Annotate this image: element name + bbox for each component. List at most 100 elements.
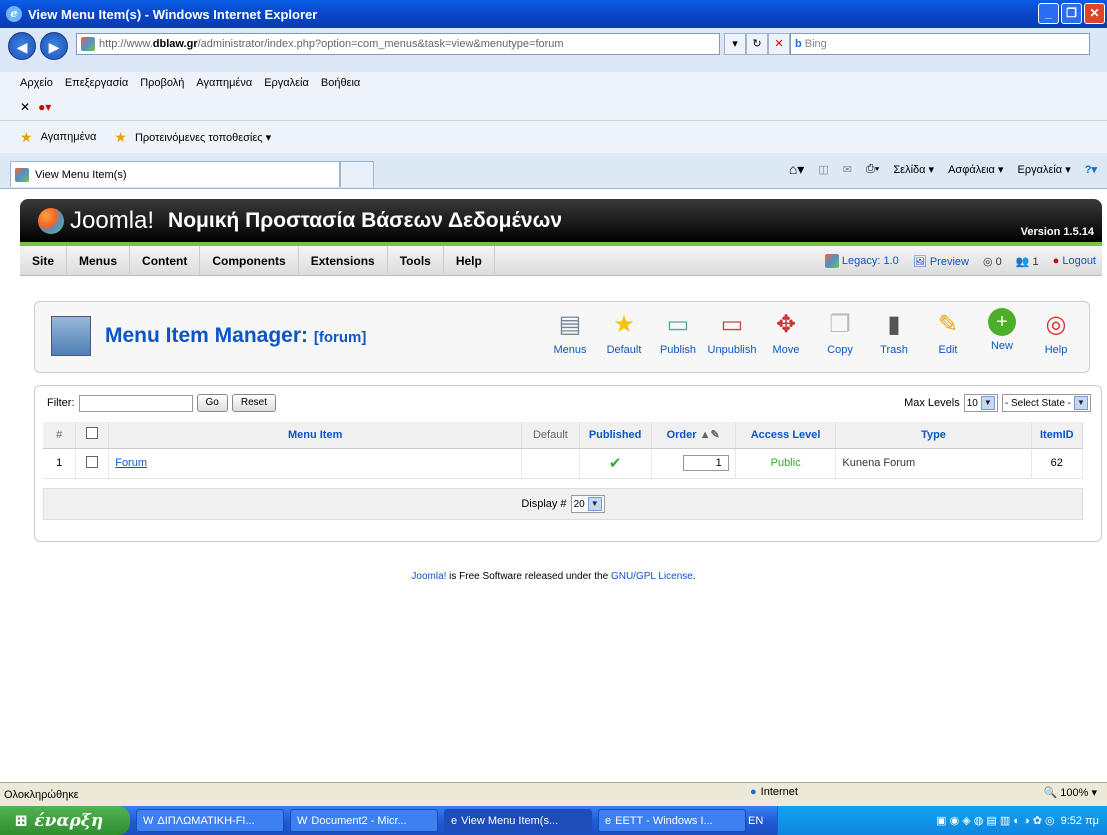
taskbar-item-word-document2[interactable]: W Document2 - Micr... [290,809,438,832]
edit-button[interactable]: ✎ Edit [921,308,975,357]
tab-view-menu-items[interactable]: View Menu Item(s) [10,161,340,187]
tray-icons[interactable]: ▣ ◉ ◈ ◍ ▤ ▥ ◐ ◑ ✿ ◎ [936,814,1054,827]
menu-extensions[interactable]: Extensions [299,245,388,276]
max-levels-select[interactable]: 10 ▼ [963,394,998,412]
toolbar-box: Menu Item Manager: [forum] ▤ Menus ★ Defau… [34,301,1090,373]
taskbar-item-word-thesis[interactable]: W ΔΙΠΛΩΜΑΤΙΚΗ-FI... [136,809,284,832]
search-input[interactable]: b Bing [790,33,1090,55]
ie-icon: e [605,814,612,827]
save-order-icon[interactable]: ▲✎ [700,429,720,441]
footer-legal: Joomla! is Free Software released under … [411,571,696,582]
menu-help[interactable]: Βοήθεια [321,77,360,89]
menu-content[interactable]: Content [130,245,201,276]
gpl-link[interactable]: GNU/GPL License [611,571,693,582]
site-title: Νομική Προστασία Βάσεων Δεδομένων [168,208,563,232]
url-field[interactable]: http://www. dblaw.gr/administrator/index.… [76,33,720,55]
state-select[interactable]: - Select State - ▼ [1001,394,1091,412]
help-button[interactable]: ◎ Help [1029,308,1083,357]
star-icon[interactable]: ★ [20,129,33,146]
access-level-toggle[interactable]: Public [735,448,837,479]
col-checkall[interactable] [75,422,110,449]
move-button[interactable]: ✥ Move [759,308,813,357]
joomla-logo: Joomla! [70,206,155,234]
menu-items-panel: Filter: Go Reset Max Levels 10 ▼ - Select… [34,385,1102,542]
joomla-link[interactable]: Joomla! [411,571,446,582]
menu-file[interactable]: Αρχείο [20,77,53,89]
select-all-checkbox[interactable] [86,427,99,440]
tools-menu[interactable]: Εργαλεία ▾ [1018,163,1071,176]
stop-icon[interactable]: ✕ [768,33,790,55]
menus-button[interactable]: ▤ Menus [543,308,597,357]
row-checkbox-cell [75,448,110,479]
order-input[interactable]: 1 [682,455,729,471]
system-tray: EN ▣ ◉ ◈ ◍ ▤ ▥ ◐ ◑ ✿ ◎ 9:52 πμ [748,806,1107,835]
logout-link[interactable]: ● Logout [1053,255,1096,267]
reset-button[interactable]: Reset [231,394,276,412]
menu-menus[interactable]: Menus [67,245,131,276]
page-menu[interactable]: Σελίδα ▾ [893,163,934,176]
back-button[interactable]: ◀ [8,32,36,60]
copy-button[interactable]: ❐ Copy [813,308,867,357]
site-favicon-icon [81,37,95,51]
help-icon[interactable]: ?▾ [1085,163,1097,176]
start-button[interactable]: ⊞ έναρξη [0,806,130,835]
menu-edit[interactable]: Επεξεργασία [65,77,128,89]
window-title: View Menu Item(s) - Windows Internet Exp… [28,6,318,22]
taskbar-item-ie-eett[interactable]: e EETT - Windows I... [598,809,746,832]
refresh-icon[interactable]: ↻ [746,33,768,55]
preview-link[interactable]: 🖼 Preview [913,255,969,268]
menu-item-link[interactable]: Forum [115,457,147,469]
menu-tools[interactable]: Tools [388,245,444,276]
windows-logo-icon: ⊞ [14,810,29,831]
forward-button[interactable]: ▶ [40,32,68,60]
menu-help[interactable]: Help [444,245,495,276]
col-menu-item[interactable]: Menu Item [108,422,523,449]
dropdown-icon[interactable]: ▾ [724,33,746,55]
trash-icon: ▮ [887,310,901,338]
mail-icon[interactable]: ✉ [843,163,852,176]
col-order[interactable]: Order ▲✎ [651,422,736,449]
suggested-sites-button[interactable]: Προτεινόμενες τοποθεσίες ▾ [135,131,271,144]
menu-tools[interactable]: Εργαλεία [264,77,309,89]
row-checkbox[interactable] [86,455,99,468]
display-select[interactable]: 20 ▼ [570,495,605,513]
menu-view[interactable]: Προβολή [140,77,184,89]
go-button[interactable]: Go [196,394,228,412]
feeds-icon[interactable]: ◫ [818,163,828,176]
safety-menu[interactable]: Ασφάλεια ▾ [948,163,1003,176]
word-icon: W [297,814,308,827]
default-button[interactable]: ★ Default [597,308,651,357]
add-favorite-icon[interactable]: ★ [114,129,127,146]
print-icon[interactable]: ⎙▾ [866,163,879,176]
new-tab-button[interactable] [340,161,374,187]
trash-button[interactable]: ▮ Trash [867,308,921,357]
published-toggle[interactable]: ✔ [579,448,652,479]
close-button[interactable]: ✕ [1084,3,1105,24]
addon-icon[interactable]: ●▾ [38,100,51,114]
home-icon[interactable]: ⌂▾ [789,161,804,178]
unpublish-button[interactable]: ▭ Unpublish [705,308,759,357]
maximize-button[interactable]: ❐ [1061,3,1082,24]
col-itemid[interactable]: ItemID [1031,422,1084,449]
col-type[interactable]: Type [835,422,1032,449]
col-published[interactable]: Published [579,422,652,449]
lifebuoy-icon: ◎ [1045,310,1067,338]
filter-input[interactable] [78,394,193,412]
col-access-level[interactable]: Access Level [735,422,837,449]
minimize-button[interactable]: _ [1038,3,1059,24]
close-icon[interactable]: ✕ [20,100,30,114]
messages-count[interactable]: ◎ 0 [983,255,1002,268]
menu-site[interactable]: Site [20,245,68,276]
menu-manager-icon [51,316,91,356]
new-button[interactable]: + New [975,308,1029,356]
menu-components[interactable]: Components [200,245,299,276]
zoom-control[interactable]: 🔍 100% ▾ [1044,786,1097,799]
language-indicator[interactable]: EN [748,815,763,827]
status-bar: Ολοκληρώθηκε ● Internet 🔍 100% ▾ [0,782,1107,806]
copy-icon: ❐ [829,310,851,338]
favorites-button[interactable]: Αγαπημένα [41,131,97,143]
menu-favorites[interactable]: Αγαπημένα [196,77,252,89]
ie-logo-icon: e [6,6,22,22]
publish-button[interactable]: ▭ Publish [651,308,705,357]
taskbar-item-ie-view-menu[interactable]: e View Menu Item(s... [444,809,592,832]
